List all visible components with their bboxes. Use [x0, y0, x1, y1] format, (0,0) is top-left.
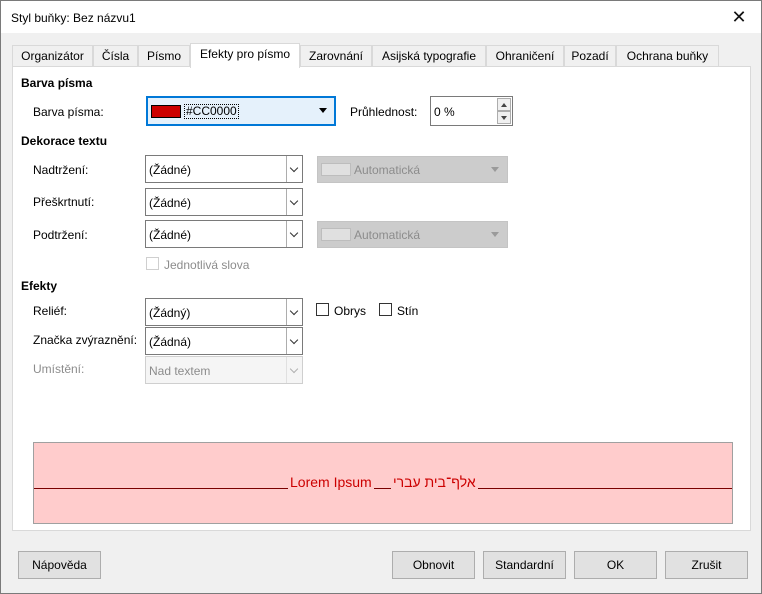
- relief-label: Reliéf:: [33, 304, 68, 318]
- transparency-spinbox[interactable]: 0 %: [430, 96, 513, 126]
- relief-value: (Žádný): [149, 306, 191, 320]
- close-icon[interactable]: ✕: [717, 1, 761, 33]
- individual-words-label: Jednotlivá slova: [164, 258, 250, 272]
- position-value: Nad textem: [149, 364, 211, 378]
- reset-button[interactable]: Obnovit: [392, 551, 475, 579]
- tab-font-effects[interactable]: Efekty pro písmo: [190, 43, 300, 68]
- section-font-color: Barva písma: [21, 76, 93, 90]
- section-effects: Efekty: [21, 279, 58, 293]
- spin-up-icon[interactable]: [497, 98, 511, 111]
- font-color-label: Barva písma:: [33, 105, 104, 119]
- position-label: Umístění:: [33, 362, 85, 376]
- cancel-button[interactable]: Zrušit: [665, 551, 748, 579]
- dropdown-arrow-icon: [319, 108, 327, 113]
- overline-select[interactable]: (Žádné): [145, 155, 303, 183]
- emphasis-mark-label: Značka zvýraznění:: [33, 333, 138, 347]
- strikethrough-select[interactable]: (Žádné): [145, 188, 303, 216]
- title-bar: Styl buňky: Bez názvu1 ✕: [1, 1, 761, 33]
- emphasis-mark-select[interactable]: (Žádná): [145, 327, 303, 355]
- overline-value: (Žádné): [149, 163, 192, 177]
- shadow-checkbox[interactable]: [379, 303, 392, 316]
- tab-alignment[interactable]: Zarovnání: [300, 45, 372, 67]
- color-swatch: [321, 163, 351, 176]
- tab-background[interactable]: Pozadí: [564, 45, 616, 67]
- tab-borders[interactable]: Ohraničení: [486, 45, 564, 67]
- overline-color-picker: Automatická: [317, 156, 508, 183]
- chevron-down-icon: [286, 357, 302, 383]
- spin-down-icon[interactable]: [497, 111, 511, 124]
- chevron-down-icon: [286, 156, 302, 182]
- dropdown-arrow-icon: [491, 167, 499, 172]
- font-color-picker[interactable]: #CC0000: [146, 96, 336, 126]
- ok-button[interactable]: OK: [574, 551, 657, 579]
- transparency-label: Průhlednost:: [350, 105, 418, 119]
- overline-label: Nadtržení:: [33, 163, 89, 177]
- standard-button[interactable]: Standardní: [483, 551, 566, 579]
- chevron-down-icon: [286, 299, 302, 325]
- chevron-down-icon: [286, 189, 302, 215]
- chevron-down-icon: [286, 328, 302, 354]
- individual-words-checkbox: [146, 257, 159, 270]
- color-swatch: [151, 105, 181, 118]
- emphasis-mark-value: (Žádná): [149, 335, 192, 349]
- position-select: Nad textem: [145, 356, 303, 384]
- chevron-down-icon: [286, 221, 302, 247]
- preview-area: Lorem Ipsum אלף־בית עברי: [33, 442, 733, 524]
- cell-style-dialog: Styl buňky: Bez názvu1 ✕ Organizátor Čís…: [0, 0, 762, 594]
- dropdown-arrow-icon: [491, 232, 499, 237]
- preview-hebrew-text: אלף־בית עברי: [391, 474, 478, 490]
- strikethrough-label: Přeškrtnutí:: [33, 195, 95, 209]
- tab-asian-typography[interactable]: Asijská typografie: [372, 45, 486, 67]
- tab-font[interactable]: Písmo: [138, 45, 190, 67]
- color-swatch: [321, 228, 351, 241]
- preview-baseline: [34, 488, 732, 489]
- underline-color-value: Automatická: [354, 228, 421, 242]
- tab-cell-protection[interactable]: Ochrana buňky: [616, 45, 719, 67]
- tab-organizer[interactable]: Organizátor: [12, 45, 93, 67]
- tab-numbers[interactable]: Čísla: [93, 45, 138, 67]
- strikethrough-value: (Žádné): [149, 196, 192, 210]
- font-color-value: #CC0000: [184, 104, 239, 119]
- underline-label: Podtržení:: [33, 228, 88, 242]
- relief-select[interactable]: (Žádný): [145, 298, 303, 326]
- underline-select[interactable]: (Žádné): [145, 220, 303, 248]
- preview-latin-text: Lorem Ipsum: [288, 474, 374, 490]
- outline-checkbox[interactable]: [316, 303, 329, 316]
- overline-color-value: Automatická: [354, 163, 421, 177]
- shadow-label: Stín: [397, 304, 419, 318]
- transparency-value: 0 %: [434, 105, 455, 119]
- underline-color-picker: Automatická: [317, 221, 508, 248]
- help-button[interactable]: Nápověda: [18, 551, 101, 579]
- outline-label: Obrys: [334, 304, 367, 318]
- underline-value: (Žádné): [149, 228, 192, 242]
- section-text-decoration: Dekorace textu: [21, 134, 108, 148]
- dialog-title: Styl buňky: Bez názvu1: [11, 11, 136, 25]
